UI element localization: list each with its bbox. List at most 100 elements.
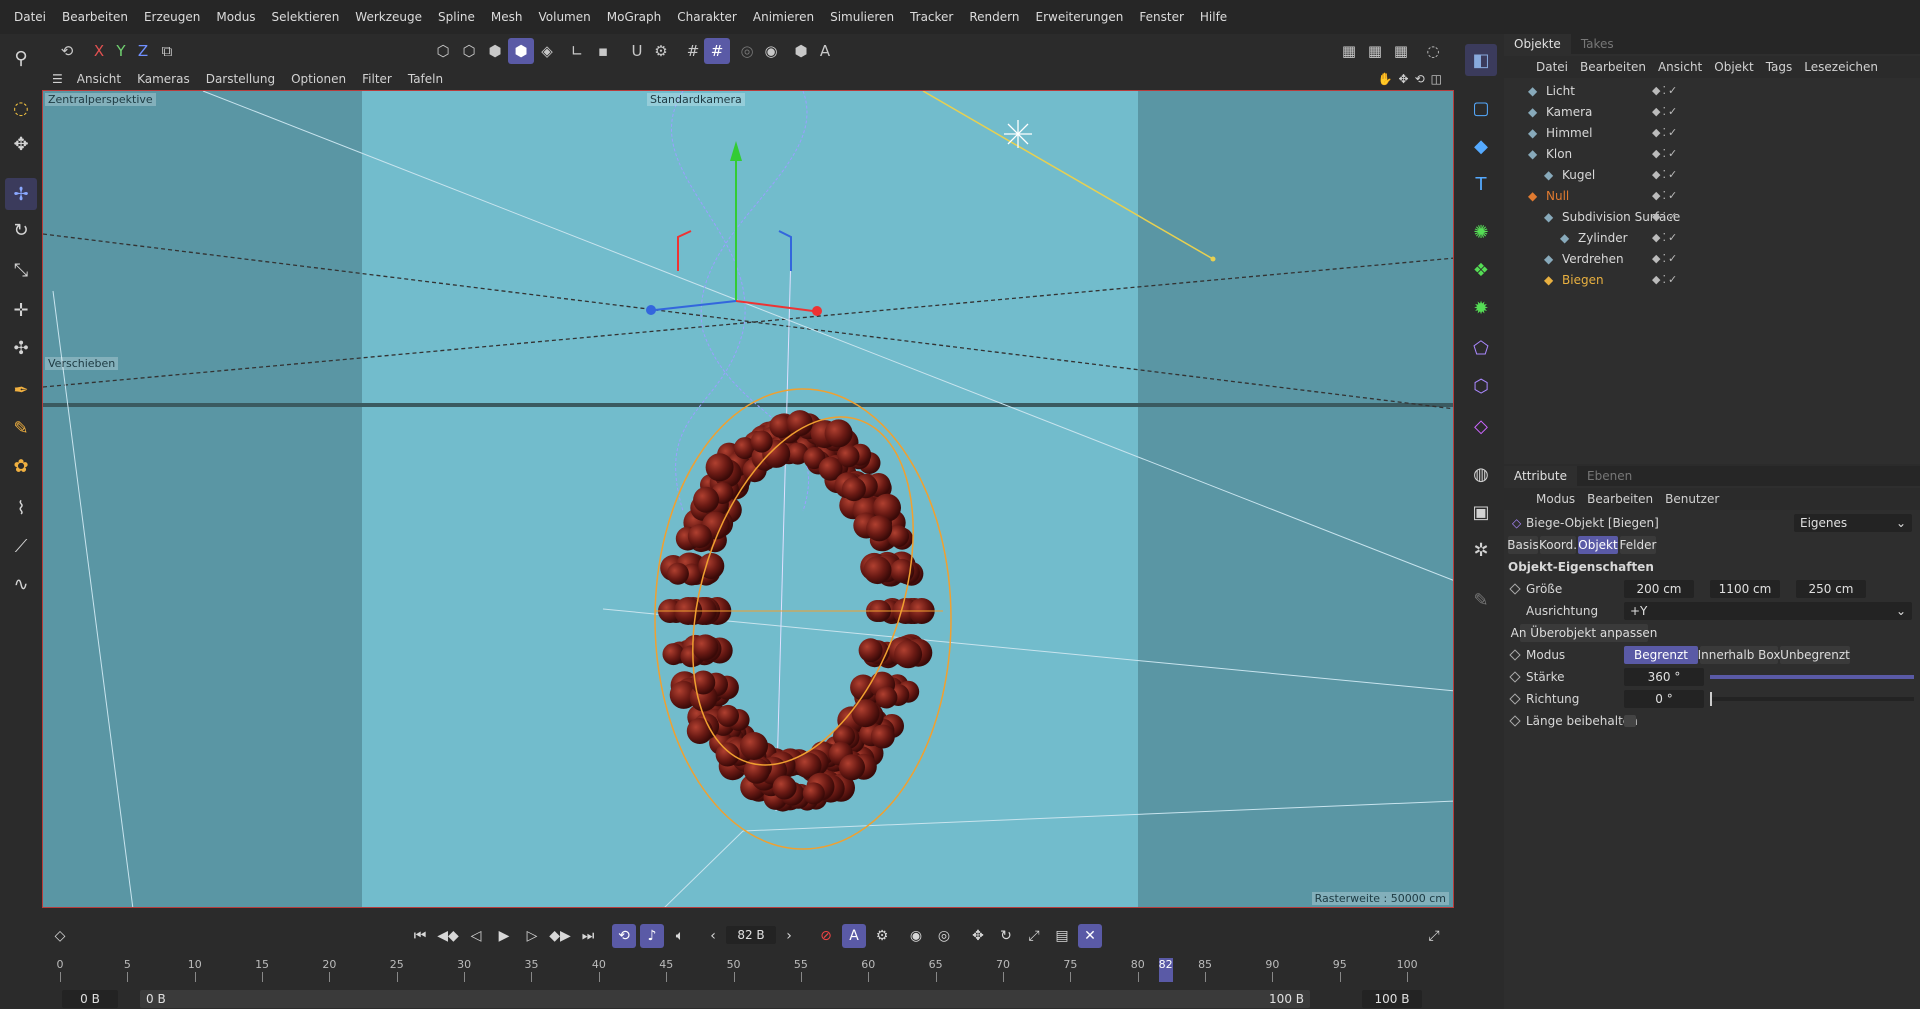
menu-fenster[interactable]: Fenster [1131, 10, 1192, 24]
plane-icon[interactable]: ▢ [1465, 92, 1497, 124]
keyframe-diamond[interactable] [1509, 671, 1521, 683]
richtung-field[interactable]: 0 ° [1624, 690, 1704, 708]
visibility-flags[interactable]: ◆⁚✓ [1652, 84, 1679, 97]
visibility-flags[interactable]: ◆⁚✓ [1652, 189, 1679, 202]
current-frame-field[interactable]: 82 B [726, 926, 776, 944]
tab-ebenen[interactable]: Ebenen [1577, 466, 1642, 486]
deformer-icon[interactable]: ⬠ [1465, 332, 1497, 364]
object-row[interactable]: ◆ Kamera ◆⁚✓ [1504, 101, 1920, 122]
playhead[interactable]: 82 [1158, 958, 1173, 982]
camera-label[interactable]: Standardkamera [647, 93, 745, 106]
modus-unbegrenzt[interactable]: Unbegrenzt [1780, 646, 1850, 664]
cloner-icon[interactable]: ❖ [1465, 254, 1497, 286]
visibility-flags[interactable]: ◆⁚✓ [1652, 252, 1679, 265]
menu-mesh[interactable]: Mesh [483, 10, 531, 24]
autokey-icon[interactable]: A [842, 924, 866, 948]
viewport-menu-ansicht[interactable]: Ansicht [69, 72, 129, 86]
mograph-icon[interactable]: ✹ [1465, 292, 1497, 324]
groesse-y-field[interactable]: 1100 cm [1710, 580, 1780, 598]
staerke-field[interactable]: 360 ° [1624, 668, 1704, 686]
visibility-flags[interactable]: ◆⁚✓ [1652, 210, 1679, 223]
sound-icon[interactable]: 🔈︎ [668, 924, 692, 948]
brush-icon[interactable]: ⌇ [5, 492, 37, 524]
coordinate-system-icon[interactable]: ⧉ [154, 38, 180, 64]
text-icon[interactable]: T [1465, 168, 1497, 200]
selection-tool-icon[interactable]: ◌ [5, 92, 37, 124]
keyframe-diamond[interactable] [1509, 649, 1521, 661]
viewport-menu-kameras[interactable]: Kameras [129, 72, 198, 86]
scale-key-icon[interactable]: ⤢ [1022, 924, 1046, 948]
obj-menu-ansicht[interactable]: Ansicht [1652, 60, 1708, 74]
staerke-slider[interactable] [1710, 675, 1914, 679]
menu-bearbeiten[interactable]: Bearbeiten [54, 10, 136, 24]
visibility-flags[interactable]: ◆⁚✓ [1652, 168, 1679, 181]
ffd-icon[interactable]: ⬡ [1465, 370, 1497, 402]
object-row[interactable]: ◆ Null ◆⁚✓ [1504, 185, 1920, 206]
model-mode-icon[interactable]: ⬢ [508, 38, 534, 64]
settings-icon[interactable]: ⚙ [648, 38, 674, 64]
move-key-icon[interactable]: ✥ [966, 924, 990, 948]
keyframe-diamond[interactable] [1509, 693, 1521, 705]
object-row[interactable]: ◆ Himmel ◆⁚✓ [1504, 122, 1920, 143]
menu-spline[interactable]: Spline [430, 10, 483, 24]
3d-viewport[interactable]: Zentralperspektive Standardkamera Versch… [42, 90, 1454, 908]
object-row[interactable]: ◆ Klon ◆⁚✓ [1504, 143, 1920, 164]
object-row[interactable]: ◆ Biegen ◆⁚✓ [1504, 269, 1920, 290]
render-settings-icon[interactable]: ◉ [758, 38, 784, 64]
position-key-icon[interactable]: ◉ [904, 924, 928, 948]
obj-menu-lesezeichen[interactable]: Lesezeichen [1798, 60, 1884, 74]
grid-snap-icon[interactable]: # [680, 38, 706, 64]
render-picture-icon[interactable]: ▦ [1362, 38, 1388, 64]
ausrichtung-dropdown[interactable]: +Y ⌄ [1624, 602, 1912, 620]
menu-volumen[interactable]: Volumen [531, 10, 599, 24]
keyframe-diamond[interactable] [1509, 715, 1521, 727]
audio-icon[interactable]: ♪ [640, 924, 664, 948]
menu-tracker[interactable]: Tracker [902, 10, 961, 24]
snap-tool-icon[interactable]: ✣ [5, 332, 37, 364]
sculpt-tool-icon[interactable]: ✎ [1465, 584, 1497, 616]
groesse-z-field[interactable]: 250 cm [1796, 580, 1866, 598]
menu-simulieren[interactable]: Simulieren [822, 10, 902, 24]
next-frame-icon[interactable]: ▷ [520, 924, 544, 948]
spline-deformer-icon[interactable]: ◇ [1465, 410, 1497, 442]
spline-pen-icon[interactable]: ✒ [5, 374, 37, 406]
paint-icon[interactable]: ✎ [5, 412, 37, 444]
tab-attribute[interactable]: Attribute [1504, 466, 1577, 486]
render-queue-icon[interactable]: ▦ [1388, 38, 1414, 64]
menu-erweiterungen[interactable]: Erweiterungen [1027, 10, 1131, 24]
subtab-objekt[interactable]: Objekt [1578, 536, 1618, 554]
axis-z-toggle[interactable]: Z [130, 38, 156, 64]
pla-key-icon[interactable]: ✕ [1078, 924, 1102, 948]
timeline-expand-icon[interactable]: ⤢ [1422, 924, 1446, 948]
frame-range-bar[interactable]: 0 B 100 B [140, 990, 1310, 1008]
object-row[interactable]: ◆ Subdivision Surface ◆⁚✓ [1504, 206, 1920, 227]
axis-tool-icon[interactable]: ✛ [5, 294, 37, 326]
light-tool-icon[interactable]: ✲ [1465, 534, 1497, 566]
undo-icon[interactable]: ⟲ [54, 38, 80, 64]
menu-datei[interactable]: Datei [6, 10, 54, 24]
object-icon[interactable]: ⬢ [788, 38, 814, 64]
visibility-flags[interactable]: ◆⁚✓ [1652, 147, 1679, 160]
viewport-menu-filter[interactable]: Filter [354, 72, 400, 86]
environment-icon[interactable]: ◍ [1465, 458, 1497, 490]
cluster-icon[interactable]: ✿ [5, 450, 37, 482]
menu-werkzeuge[interactable]: Werkzeuge [347, 10, 430, 24]
menu-selektieren[interactable]: Selektieren [264, 10, 348, 24]
preview-end-field[interactable]: 100 B [1362, 990, 1422, 1008]
menu-erzeugen[interactable]: Erzeugen [136, 10, 208, 24]
points-mode-icon[interactable]: ⬡ [430, 38, 456, 64]
solo-mode-icon[interactable]: ▪ [590, 38, 616, 64]
obj-menu-bearbeiten[interactable]: Bearbeiten [1574, 60, 1652, 74]
magnet-icon[interactable]: U [624, 38, 650, 64]
object-row[interactable]: ◆ Zylinder ◆⁚✓ [1504, 227, 1920, 248]
uv-mode-icon[interactable]: ◈ [534, 38, 560, 64]
laenge-checkbox[interactable] [1624, 715, 1636, 727]
attr-menu-modus[interactable]: Modus [1530, 492, 1581, 506]
groesse-x-field[interactable]: 200 cm [1624, 580, 1694, 598]
fit-to-parent-button[interactable]: An Überobjekt anpassen [1511, 624, 1657, 642]
rotation-key-icon[interactable]: ◎ [932, 924, 956, 948]
sculpt-icon[interactable]: ∿ [5, 568, 37, 600]
menu-rendern[interactable]: Rendern [961, 10, 1027, 24]
subtab-koord[interactable]: Koord. [1539, 536, 1577, 554]
preset-dropdown[interactable]: Eigenes ⌄ [1794, 514, 1912, 532]
